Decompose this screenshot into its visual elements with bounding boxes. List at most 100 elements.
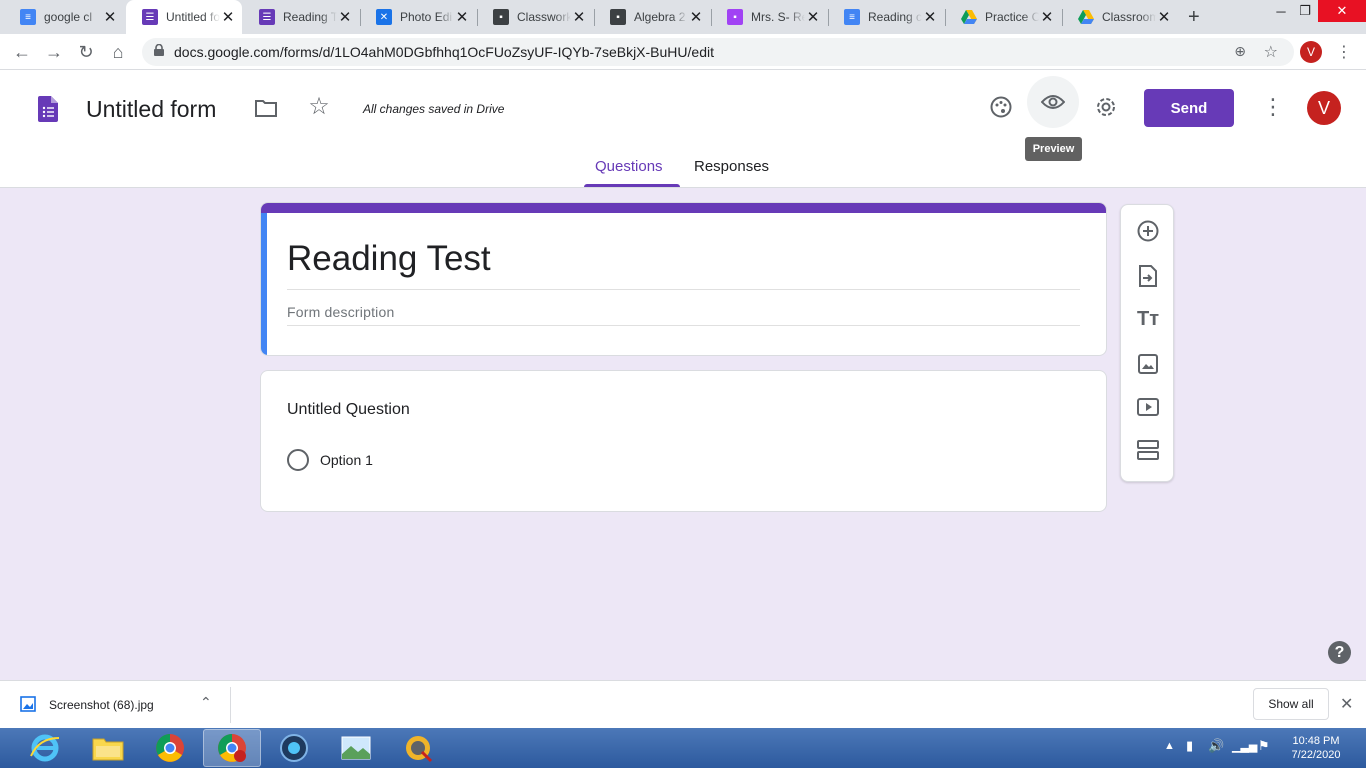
tab-questions[interactable]: Questions bbox=[595, 158, 663, 175]
radio-button-icon[interactable] bbox=[287, 449, 309, 471]
docs-icon: ≡ bbox=[20, 9, 36, 25]
star-icon[interactable]: ☆ bbox=[299, 86, 339, 126]
url-text: docs.google.com/forms/d/1LO4ahM0DGbfhhq1… bbox=[174, 44, 714, 60]
browser-menu-icon[interactable]: ⋮ bbox=[1336, 42, 1352, 62]
close-tab-icon[interactable]: ✕ bbox=[220, 8, 236, 26]
download-bar: Screenshot (68).jpg ⌃ Show all ✕ bbox=[0, 680, 1366, 728]
volume-icon[interactable]: 🔊 bbox=[1208, 738, 1224, 754]
close-tab-icon[interactable]: ✕ bbox=[805, 8, 821, 26]
add-title-icon[interactable]: Tт bbox=[1128, 299, 1168, 339]
preview-button[interactable] bbox=[1027, 76, 1079, 128]
drive-icon bbox=[1078, 9, 1094, 25]
chrome-active-window-icon[interactable] bbox=[203, 729, 261, 767]
close-download-bar-icon[interactable]: ✕ bbox=[1340, 694, 1353, 714]
close-tab-icon[interactable]: ✕ bbox=[1156, 8, 1172, 26]
profile-avatar[interactable]: V bbox=[1300, 41, 1322, 63]
restore-icon[interactable]: ❐ bbox=[1290, 0, 1320, 22]
browser-tab-strip: ≡ google cl ✕ ☰ Untitled fo ✕ ☰ Reading … bbox=[0, 0, 1366, 34]
add-question-icon[interactable] bbox=[1128, 211, 1168, 251]
snipping-tool-icon[interactable] bbox=[389, 729, 447, 767]
action-center-icon[interactable]: ⚑ bbox=[1258, 738, 1270, 754]
close-tab-icon[interactable]: ✕ bbox=[922, 8, 938, 26]
reload-icon[interactable]: ↻ bbox=[74, 40, 98, 64]
forms-icon: ☰ bbox=[142, 9, 158, 25]
chevron-up-icon[interactable]: ⌃ bbox=[200, 694, 212, 711]
add-image-icon[interactable] bbox=[1128, 344, 1168, 384]
browser-toolbar: ← → ↻ ⌂ docs.google.com/forms/d/1LO4ahM0… bbox=[0, 34, 1366, 70]
browser-tab-title: Photo Edi bbox=[400, 10, 453, 24]
form-description-input[interactable]: Form description bbox=[287, 304, 394, 320]
browser-tab-active[interactable]: ☰ Untitled fo ✕ bbox=[126, 0, 242, 34]
browser-tab[interactable]: ☰ Reading T ✕ bbox=[243, 0, 359, 34]
show-hidden-icons[interactable]: ▲ bbox=[1164, 740, 1175, 752]
browser-tab[interactable]: Practice C ✕ bbox=[945, 0, 1061, 34]
windows-taskbar: ▲ ▮ 🔊 ▁▃▅ ⚑ 10:48 PM 7/22/2020 bbox=[0, 728, 1366, 768]
file-explorer-icon[interactable] bbox=[79, 729, 137, 767]
help-icon[interactable]: ? bbox=[1328, 641, 1351, 664]
form-title-input[interactable]: Reading Test bbox=[287, 239, 491, 279]
forward-icon[interactable]: → bbox=[42, 40, 66, 64]
settings-gear-icon[interactable] bbox=[1086, 87, 1126, 127]
palette-icon[interactable] bbox=[981, 87, 1021, 127]
browser-tab[interactable]: ▪ Classwork ✕ bbox=[477, 0, 593, 34]
browser-tab-title: Classroom bbox=[1102, 10, 1156, 24]
battery-icon[interactable]: ▮ bbox=[1186, 738, 1193, 754]
browser-tab[interactable]: Classroom ✕ bbox=[1062, 0, 1178, 34]
browser-tab[interactable]: ▪ Mrs. S- Re ✕ bbox=[711, 0, 827, 34]
save-status: All changes saved in Drive bbox=[363, 102, 505, 116]
tab-responses[interactable]: Responses bbox=[694, 158, 769, 175]
drive-icon bbox=[961, 9, 977, 25]
more-options-icon[interactable]: ⋮ bbox=[1262, 94, 1284, 120]
new-tab-icon[interactable]: + bbox=[1188, 6, 1200, 29]
back-icon[interactable]: ← bbox=[10, 40, 34, 64]
close-window-icon[interactable]: ✕ bbox=[1318, 0, 1366, 22]
forms-icon: ☰ bbox=[259, 9, 275, 25]
folder-icon[interactable] bbox=[246, 88, 286, 128]
send-button[interactable]: Send bbox=[1144, 89, 1234, 127]
show-all-button[interactable]: Show all bbox=[1253, 688, 1329, 720]
add-video-icon[interactable] bbox=[1128, 387, 1168, 427]
question-title[interactable]: Untitled Question bbox=[287, 401, 410, 419]
clock-time: 10:48 PM bbox=[1292, 735, 1340, 747]
browser-tab-title: Untitled fo bbox=[166, 10, 220, 24]
browser-tab[interactable]: ≡ google cl ✕ bbox=[4, 0, 124, 34]
download-filename[interactable]: Screenshot (68).jpg bbox=[49, 698, 154, 712]
classroom-icon: ▪ bbox=[610, 9, 626, 25]
docs-icon: ≡ bbox=[844, 9, 860, 25]
photo-viewer-icon[interactable] bbox=[327, 729, 385, 767]
close-tab-icon[interactable]: ✕ bbox=[337, 8, 353, 26]
account-avatar[interactable]: V bbox=[1307, 91, 1341, 125]
close-tab-icon[interactable]: ✕ bbox=[688, 8, 704, 26]
form-doc-title[interactable]: Untitled form bbox=[86, 96, 216, 123]
bookmark-star-icon[interactable]: ☆ bbox=[1264, 42, 1278, 62]
browser-tab[interactable]: ▪ Algebra 2 ✕ bbox=[594, 0, 710, 34]
browser-tab-title: Reading c bbox=[868, 10, 922, 24]
media-player-icon[interactable] bbox=[265, 729, 323, 767]
network-signal-icon[interactable]: ▁▃▅ bbox=[1232, 740, 1257, 753]
system-clock[interactable]: 10:48 PM 7/22/2020 bbox=[1283, 734, 1349, 762]
option-label[interactable]: Option 1 bbox=[320, 452, 373, 468]
forms-logo-icon[interactable] bbox=[38, 96, 58, 127]
close-tab-icon[interactable]: ✕ bbox=[1039, 8, 1055, 26]
internet-explorer-icon[interactable] bbox=[16, 729, 74, 767]
browser-tab-title: Mrs. S- Re bbox=[751, 10, 805, 24]
floating-toolbar: Tт bbox=[1120, 204, 1174, 482]
divider bbox=[287, 325, 1080, 326]
close-tab-icon[interactable]: ✕ bbox=[571, 8, 587, 26]
address-bar[interactable]: docs.google.com/forms/d/1LO4ahM0DGbfhhq1… bbox=[142, 38, 1294, 66]
close-tab-icon[interactable]: ✕ bbox=[454, 8, 470, 26]
browser-tab[interactable]: ≡ Reading c ✕ bbox=[828, 0, 944, 34]
chrome-icon[interactable] bbox=[141, 729, 199, 767]
divider bbox=[230, 687, 231, 723]
image-file-icon bbox=[20, 696, 36, 717]
lock-icon bbox=[154, 43, 164, 61]
classroom-icon: ▪ bbox=[727, 9, 743, 25]
question-card[interactable]: Untitled Question Option 1 bbox=[260, 370, 1107, 512]
browser-tab[interactable]: ✕ Photo Edi ✕ bbox=[360, 0, 476, 34]
import-questions-icon[interactable] bbox=[1128, 256, 1168, 296]
add-section-icon[interactable] bbox=[1128, 430, 1168, 470]
home-icon[interactable]: ⌂ bbox=[106, 40, 130, 64]
close-tab-icon[interactable]: ✕ bbox=[102, 8, 118, 26]
title-card-accent-bar bbox=[261, 203, 1106, 213]
zoom-icon[interactable]: ⊕ bbox=[1234, 43, 1246, 60]
